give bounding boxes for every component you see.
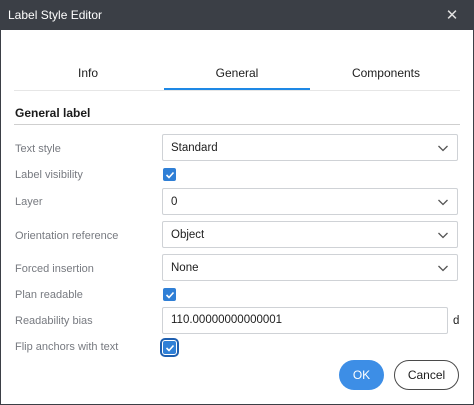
tab-general-label: General xyxy=(215,66,259,80)
forced-insertion-select[interactable]: None xyxy=(162,254,458,281)
layer-value: 0 xyxy=(171,196,178,208)
flip-anchors-checkbox[interactable] xyxy=(160,338,179,357)
plan-readable-label: Plan readable xyxy=(15,289,83,301)
readability-bias-label: Readability bias xyxy=(15,315,93,327)
orientation-reference-select[interactable]: Object xyxy=(162,221,458,248)
tab-info[interactable]: Info xyxy=(14,55,162,91)
ok-button[interactable]: OK xyxy=(339,360,384,390)
active-tab-indicator xyxy=(164,88,310,90)
chevron-down-icon xyxy=(438,232,448,239)
window-title: Label Style Editor xyxy=(8,8,103,22)
checkmark-icon xyxy=(165,171,174,179)
forced-insertion-label: Forced insertion xyxy=(15,263,94,275)
close-icon[interactable]: ✕ xyxy=(430,0,474,30)
orientation-reference-label: Orientation reference xyxy=(15,230,119,242)
label-visibility-label: Label visibility xyxy=(15,169,83,181)
tab-bar: Info General Components xyxy=(14,55,460,91)
text-style-select[interactable]: Standard xyxy=(162,134,458,161)
chevron-down-icon xyxy=(438,145,448,152)
readability-bias-field[interactable] xyxy=(162,307,448,334)
section-divider xyxy=(14,124,460,125)
title-bar: Label Style Editor ✕ xyxy=(0,0,474,30)
tab-info-label: Info xyxy=(77,66,98,80)
readability-bias-input[interactable] xyxy=(171,314,441,326)
readability-bias-unit: d xyxy=(453,315,460,327)
checkmark-icon xyxy=(165,291,174,299)
tab-components-label: Components xyxy=(351,66,421,80)
chevron-down-icon xyxy=(438,265,448,272)
cancel-button[interactable]: Cancel xyxy=(394,360,459,390)
chevron-down-icon xyxy=(438,199,448,206)
text-style-value: Standard xyxy=(171,142,218,154)
orientation-reference-value: Object xyxy=(171,229,205,241)
tab-components[interactable]: Components xyxy=(312,55,460,91)
plan-readable-checkbox[interactable] xyxy=(163,288,176,301)
layer-label: Layer xyxy=(15,196,43,208)
flip-anchors-label: Flip anchors with text xyxy=(15,341,119,353)
section-title: General label xyxy=(15,106,91,120)
label-visibility-checkbox[interactable] xyxy=(163,168,176,181)
checkmark-icon xyxy=(165,344,174,352)
forced-insertion-value: None xyxy=(171,262,199,274)
tab-general[interactable]: General xyxy=(163,55,311,91)
text-style-label: Text style xyxy=(15,143,61,155)
layer-select[interactable]: 0 xyxy=(162,188,458,215)
